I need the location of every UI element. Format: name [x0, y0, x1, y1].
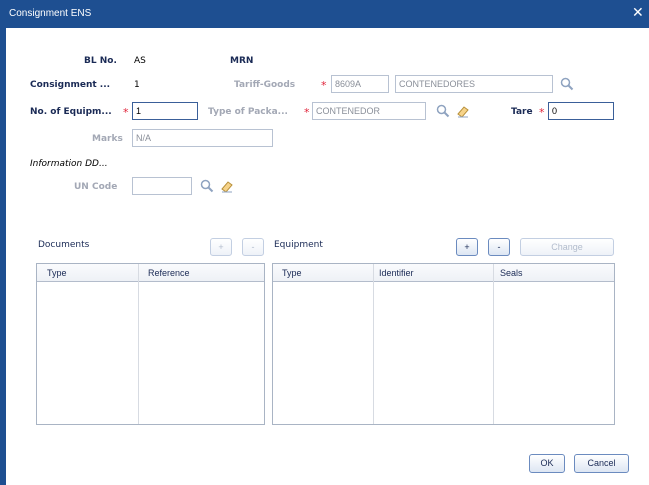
- tariff-goods-code-field[interactable]: 8609A: [331, 75, 389, 93]
- bl-no-value: AS: [134, 56, 146, 66]
- documents-title: Documents: [38, 240, 90, 250]
- equipment-column-identifier: [374, 264, 494, 424]
- equipment-column-seals-title[interactable]: Seals: [500, 268, 523, 278]
- tare-label: Tare: [511, 107, 533, 117]
- eraser-icon[interactable]: [456, 104, 470, 118]
- equipment-add-button[interactable]: +: [456, 238, 478, 256]
- information-dd-label: Information DD...: [30, 159, 108, 169]
- consignment-value: 1: [134, 80, 140, 90]
- tare-required-marker: *: [539, 106, 545, 119]
- un-code-field[interactable]: [132, 177, 192, 195]
- search-icon[interactable]: [560, 77, 574, 91]
- documents-remove-button[interactable]: -: [242, 238, 264, 256]
- un-code-label: UN Code: [74, 182, 118, 192]
- equipment-title: Equipment: [274, 240, 323, 250]
- ok-button[interactable]: OK: [529, 454, 565, 473]
- equipment-column-type-title[interactable]: Type: [282, 268, 302, 278]
- no-of-equipment-label: No. of Equipm...: [30, 107, 112, 117]
- equipment-change-button[interactable]: Change: [520, 238, 614, 256]
- documents-column-reference-title[interactable]: Reference: [148, 268, 190, 278]
- marks-label: Marks: [92, 134, 123, 144]
- close-icon[interactable]: ✕: [632, 5, 644, 21]
- equipment-column-identifier-title[interactable]: Identifier: [379, 268, 414, 278]
- type-of-package-label: Type of Packa...: [208, 107, 288, 117]
- title-bar[interactable]: Consignment ENS ✕: [0, 0, 649, 28]
- type-of-package-field[interactable]: CONTENEDOR: [312, 102, 426, 120]
- cancel-button[interactable]: Cancel: [574, 454, 629, 473]
- type-of-package-required-marker: *: [304, 106, 310, 119]
- no-of-equipment-required-marker: *: [123, 106, 129, 119]
- search-icon[interactable]: [436, 104, 450, 118]
- window-title: Consignment ENS: [9, 8, 92, 19]
- no-of-equipment-field[interactable]: 1: [132, 102, 198, 120]
- documents-add-button[interactable]: +: [210, 238, 232, 256]
- tare-field[interactable]: 0: [548, 102, 614, 120]
- documents-grid[interactable]: Type Reference: [36, 263, 265, 425]
- documents-column-type-title[interactable]: Type: [47, 268, 67, 278]
- tariff-goods-description-field[interactable]: CONTENEDORES: [395, 75, 553, 93]
- search-icon[interactable]: [200, 179, 214, 193]
- tariff-goods-required-marker: *: [321, 79, 327, 92]
- equipment-remove-button[interactable]: -: [488, 238, 510, 256]
- equipment-grid[interactable]: Type Identifier Seals: [272, 263, 615, 425]
- mrn-label: MRN: [230, 56, 254, 66]
- bl-no-label: BL No.: [84, 56, 117, 66]
- consignment-label: Consignment ...: [30, 80, 111, 90]
- eraser-icon[interactable]: [220, 179, 234, 193]
- marks-field[interactable]: N/A: [132, 129, 273, 147]
- documents-column-type: [37, 264, 139, 424]
- tariff-goods-label: Tariff-Goods: [234, 80, 296, 90]
- equipment-column-type: [273, 264, 374, 424]
